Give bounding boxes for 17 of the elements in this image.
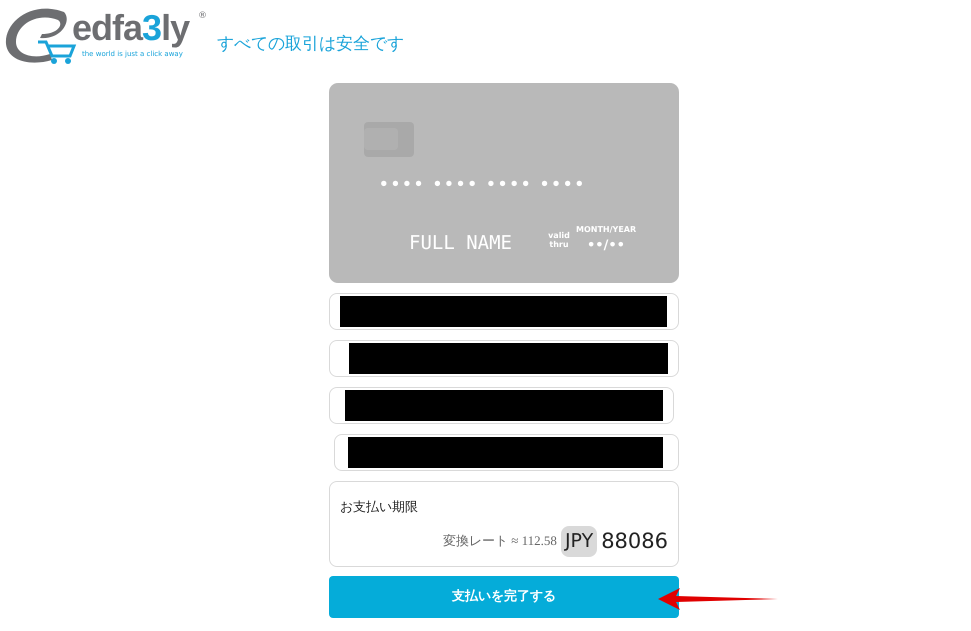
card-name: FULL NAME: [409, 232, 512, 254]
amount: 88086: [601, 530, 668, 552]
input-field[interactable]: [329, 340, 679, 377]
expiry-label: MONTH/YEAR: [576, 224, 636, 236]
card-number: •••• •••• •••• ••••: [379, 174, 586, 195]
card-expiry: ••/••: [587, 237, 625, 255]
input-field[interactable]: [334, 434, 679, 471]
logo-text[interactable]: edfa3ly: [72, 10, 190, 46]
input-field[interactable]: [329, 293, 679, 330]
exchange-rate: 変換レート ≈ 112.58: [443, 532, 557, 550]
registered-mark: ®: [198, 12, 207, 21]
currency-badge: JPY: [560, 526, 598, 556]
complete-payment-button[interactable]: 支払いを完了する: [329, 576, 679, 618]
input-field[interactable]: [329, 387, 674, 424]
tagline: すべての取引は安全です: [217, 36, 404, 53]
summary-label: お支払い期限: [340, 499, 419, 517]
valid-label: valid thru: [547, 232, 571, 250]
